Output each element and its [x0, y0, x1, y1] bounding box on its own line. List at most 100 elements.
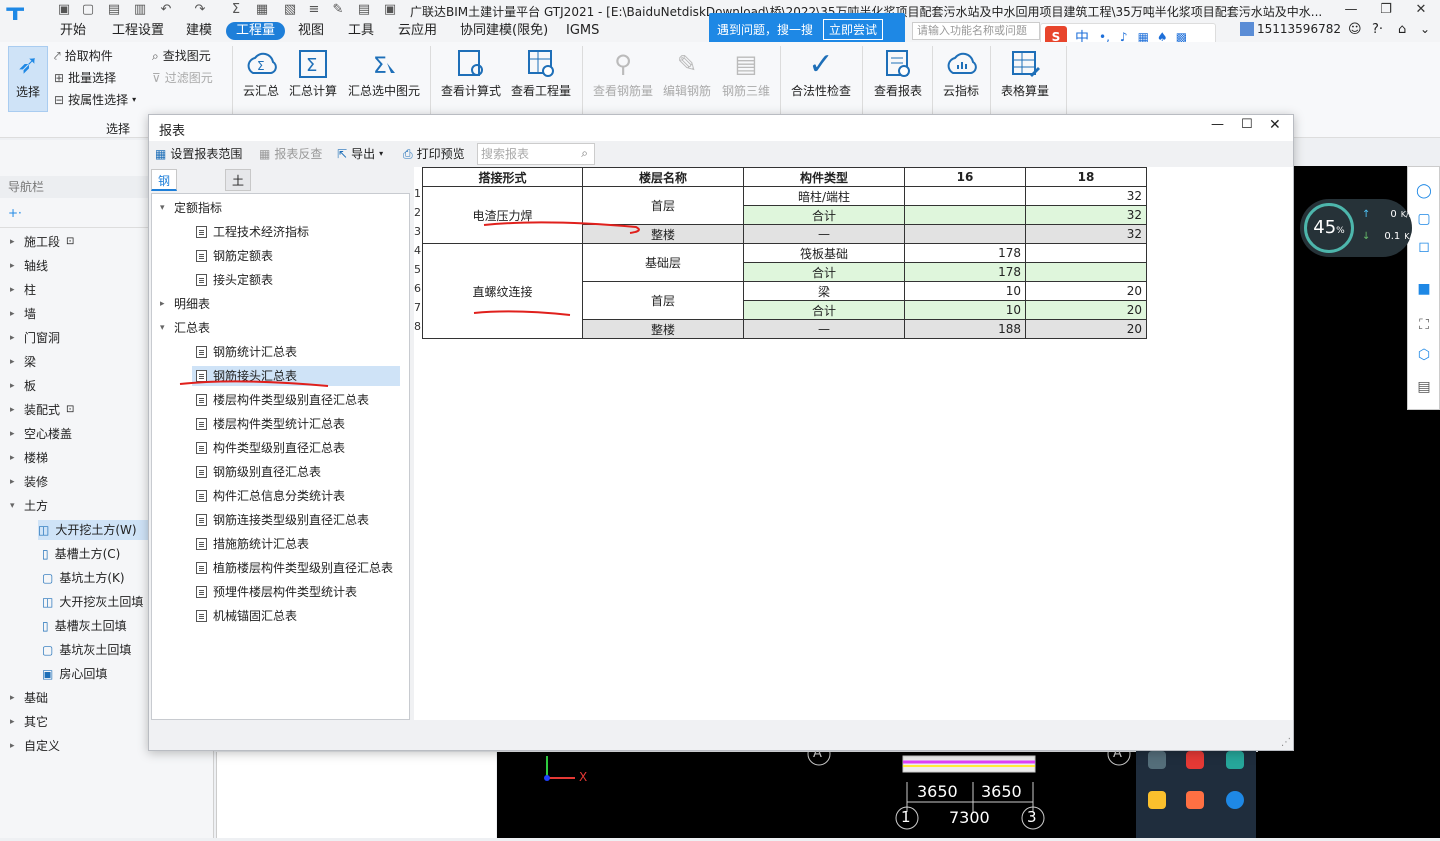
nav-item-stair[interactable]: ▸ 楼梯	[10, 448, 48, 468]
export-button[interactable]: ⇱ 导出 ▾	[337, 145, 383, 163]
set-range-button[interactable]: ▦ 设置报表范围	[155, 145, 242, 163]
box-view-icon[interactable]: ⬡	[1414, 345, 1434, 365]
tree-item[interactable]: 构件汇总信息分类统计表	[196, 486, 345, 506]
nav-sub-trench[interactable]: ▯ 基槽土方(C)	[42, 544, 120, 564]
close-icon[interactable]: ✕	[1410, 2, 1432, 18]
view-report-button[interactable]: 查看报表	[870, 46, 926, 99]
resize-grip-icon[interactable]: ⋰	[1281, 737, 1291, 748]
save-icon[interactable]: ▤	[106, 2, 122, 18]
minimize-icon[interactable]: —	[1340, 2, 1362, 18]
3d-icon[interactable]: ▢	[1414, 209, 1434, 229]
menu-project-settings[interactable]: 工程设置	[112, 22, 164, 40]
tree-item[interactable]: 措施筋统计汇总表	[196, 534, 309, 554]
find-element-button[interactable]: ⌕ 查找图元	[152, 46, 211, 66]
view-formula-button[interactable]: 查看计算式	[438, 46, 504, 99]
new-icon[interactable]: ▣	[56, 2, 72, 18]
nav-item-custom[interactable]: ▸ 自定义	[10, 736, 60, 756]
skin-icon[interactable]: ⌂	[1398, 22, 1406, 37]
nav-item-beam[interactable]: ▸ 梁	[10, 352, 36, 372]
tree-item[interactable]: 工程技术经济指标	[196, 222, 309, 242]
nav-item-stage[interactable]: ▸ 施工段 ⊡	[10, 232, 74, 252]
nav-sub-room-fill[interactable]: ▣ 房心回填	[42, 664, 107, 684]
sum-selected-button[interactable]: Σ 汇总选中图元	[344, 46, 424, 99]
minimize-icon[interactable]: —	[1211, 117, 1224, 132]
nav-sub-excavation[interactable]: ◫ 大开挖土方(W)	[38, 520, 148, 540]
tree-item[interactable]: 钢筋连接类型级别直径汇总表	[196, 510, 369, 530]
table-icon[interactable]: ▦	[254, 2, 270, 18]
rebar-3d-button[interactable]: ▤ 钢筋三维	[718, 46, 774, 99]
nav-item-decoration[interactable]: ▸ 装修	[10, 472, 48, 492]
more-icon[interactable]: ⌄	[1420, 22, 1430, 36]
edit-icon[interactable]: ✎	[330, 2, 346, 18]
menu-tools[interactable]: 工具	[348, 22, 374, 40]
nav-item-opening[interactable]: ▸ 门窗洞	[10, 328, 60, 348]
nav-item-earthwork[interactable]: ▾ 土方	[10, 496, 48, 516]
tree-item[interactable]: 楼层构件类型统计汇总表	[196, 414, 345, 434]
doc-view-icon[interactable]: ▤	[1414, 377, 1434, 397]
try-now-button[interactable]: 立即尝试	[823, 19, 884, 40]
bars-icon[interactable]: ≡	[306, 2, 322, 18]
table-quantity-button[interactable]: 表格算量	[996, 46, 1054, 99]
nav-sub-backfill-trench[interactable]: ▯ 基槽灰土回填	[42, 616, 127, 636]
redo-icon[interactable]: ↷	[192, 2, 208, 18]
search-input[interactable]: 请输入功能名称或问题	[912, 22, 1040, 40]
cube-icon[interactable]: ◻	[1414, 237, 1434, 257]
restore-icon[interactable]: ❐	[1375, 2, 1397, 18]
close-icon[interactable]: ✕	[1269, 117, 1281, 133]
batch-select-button[interactable]: ⊞ 批量选择	[54, 68, 116, 88]
fullscreen-icon[interactable]: ⛶	[1414, 315, 1434, 335]
doc-icon[interactable]: ▤	[356, 2, 372, 18]
maximize-icon[interactable]: ☐	[1241, 117, 1253, 132]
tree-item[interactable]: 机械锚固汇总表	[196, 606, 297, 626]
nav-item-hollow-floor[interactable]: ▸ 空心楼盖	[10, 424, 72, 444]
tree-item[interactable]: 钢筋统计汇总表	[196, 342, 297, 362]
cloud-index-button[interactable]: 云指标	[938, 46, 984, 99]
undo-icon[interactable]: ↶	[158, 2, 174, 18]
nav-item-column[interactable]: ▸ 柱	[10, 280, 36, 300]
menu-quantity[interactable]: 工程量	[226, 22, 286, 40]
tree-item[interactable]: 构件类型级别直径汇总表	[196, 438, 345, 458]
tree-item[interactable]: 接头定额表	[196, 270, 273, 290]
edit-rebar-button[interactable]: ✎ 编辑钢筋	[660, 46, 714, 99]
menu-collab[interactable]: 协同建模(限免)	[460, 22, 548, 40]
nav-item-foundation[interactable]: ▸ 基础	[10, 688, 48, 708]
feedback-icon[interactable]: ☺	[1348, 22, 1362, 37]
nav-sub-backfill-open[interactable]: ◫ 大开挖灰土回填	[42, 592, 143, 612]
menu-start[interactable]: 开始	[60, 22, 86, 40]
box-icon[interactable]: ▣	[382, 2, 398, 18]
tree-group-quota[interactable]: ▾ 定额指标	[160, 198, 222, 218]
nav-item-axis[interactable]: ▸ 轴线	[10, 256, 48, 276]
cloud-sum-button[interactable]: Σ 云汇总	[238, 46, 284, 99]
tray-app-icon[interactable]	[1186, 791, 1204, 809]
view-quantity-button[interactable]: 查看工程量	[508, 46, 574, 99]
tree-item[interactable]: 钢筋级别直径汇总表	[196, 462, 321, 482]
menu-view[interactable]: 视图	[298, 22, 324, 40]
view-rebar-button[interactable]: ⚲ 查看钢筋量	[590, 46, 656, 99]
tree-item[interactable]: 预埋件楼层构件类型统计表	[196, 582, 357, 602]
stack-icon[interactable]: ▧	[282, 2, 298, 18]
menu-cloud[interactable]: 云应用	[398, 22, 437, 40]
tray-app-icon[interactable]	[1186, 751, 1204, 769]
nav-sub-pit[interactable]: ▢ 基坑土方(K)	[42, 568, 125, 588]
menu-igms[interactable]: IGMS	[566, 22, 599, 40]
filter-element-button[interactable]: ⊽ 过滤图元	[152, 68, 213, 88]
nav-item-wall[interactable]: ▸ 墙	[10, 304, 36, 324]
report-search-input[interactable]: 搜索报表 ⌕	[477, 143, 595, 165]
nav-item-other[interactable]: ▸ 其它	[10, 712, 48, 732]
tab-rebar-report[interactable]: 钢筋报表量	[151, 169, 178, 276]
sum-icon[interactable]: Σ	[228, 2, 244, 18]
tree-group-detail[interactable]: ▸ 明细表	[160, 294, 210, 314]
save-all-icon[interactable]: ▥	[132, 2, 148, 18]
user-account[interactable]: 15113596782	[1240, 22, 1341, 36]
tray-app-icon[interactable]	[1148, 751, 1166, 769]
help-icon[interactable]: ?·	[1372, 22, 1383, 37]
nav-item-slab[interactable]: ▸ 板	[10, 376, 36, 396]
tree-item[interactable]: 植筋楼层构件类型级别直径汇总表	[196, 558, 393, 578]
tab-civil-report[interactable]: 土建报表量	[225, 169, 252, 276]
cad-canvas[interactable]: X A A 3650 3650 7300 1 3	[497, 742, 1440, 838]
menu-modeling[interactable]: 建模	[186, 22, 212, 40]
table-row[interactable]: 电渣压力焊 首层 暗柱/端柱 32	[422, 186, 1147, 244]
pick-component-button[interactable]: ⤤ 拾取构件	[54, 46, 113, 66]
tray-app-icon[interactable]	[1226, 791, 1244, 809]
orbit-icon[interactable]: ◯	[1414, 181, 1434, 201]
